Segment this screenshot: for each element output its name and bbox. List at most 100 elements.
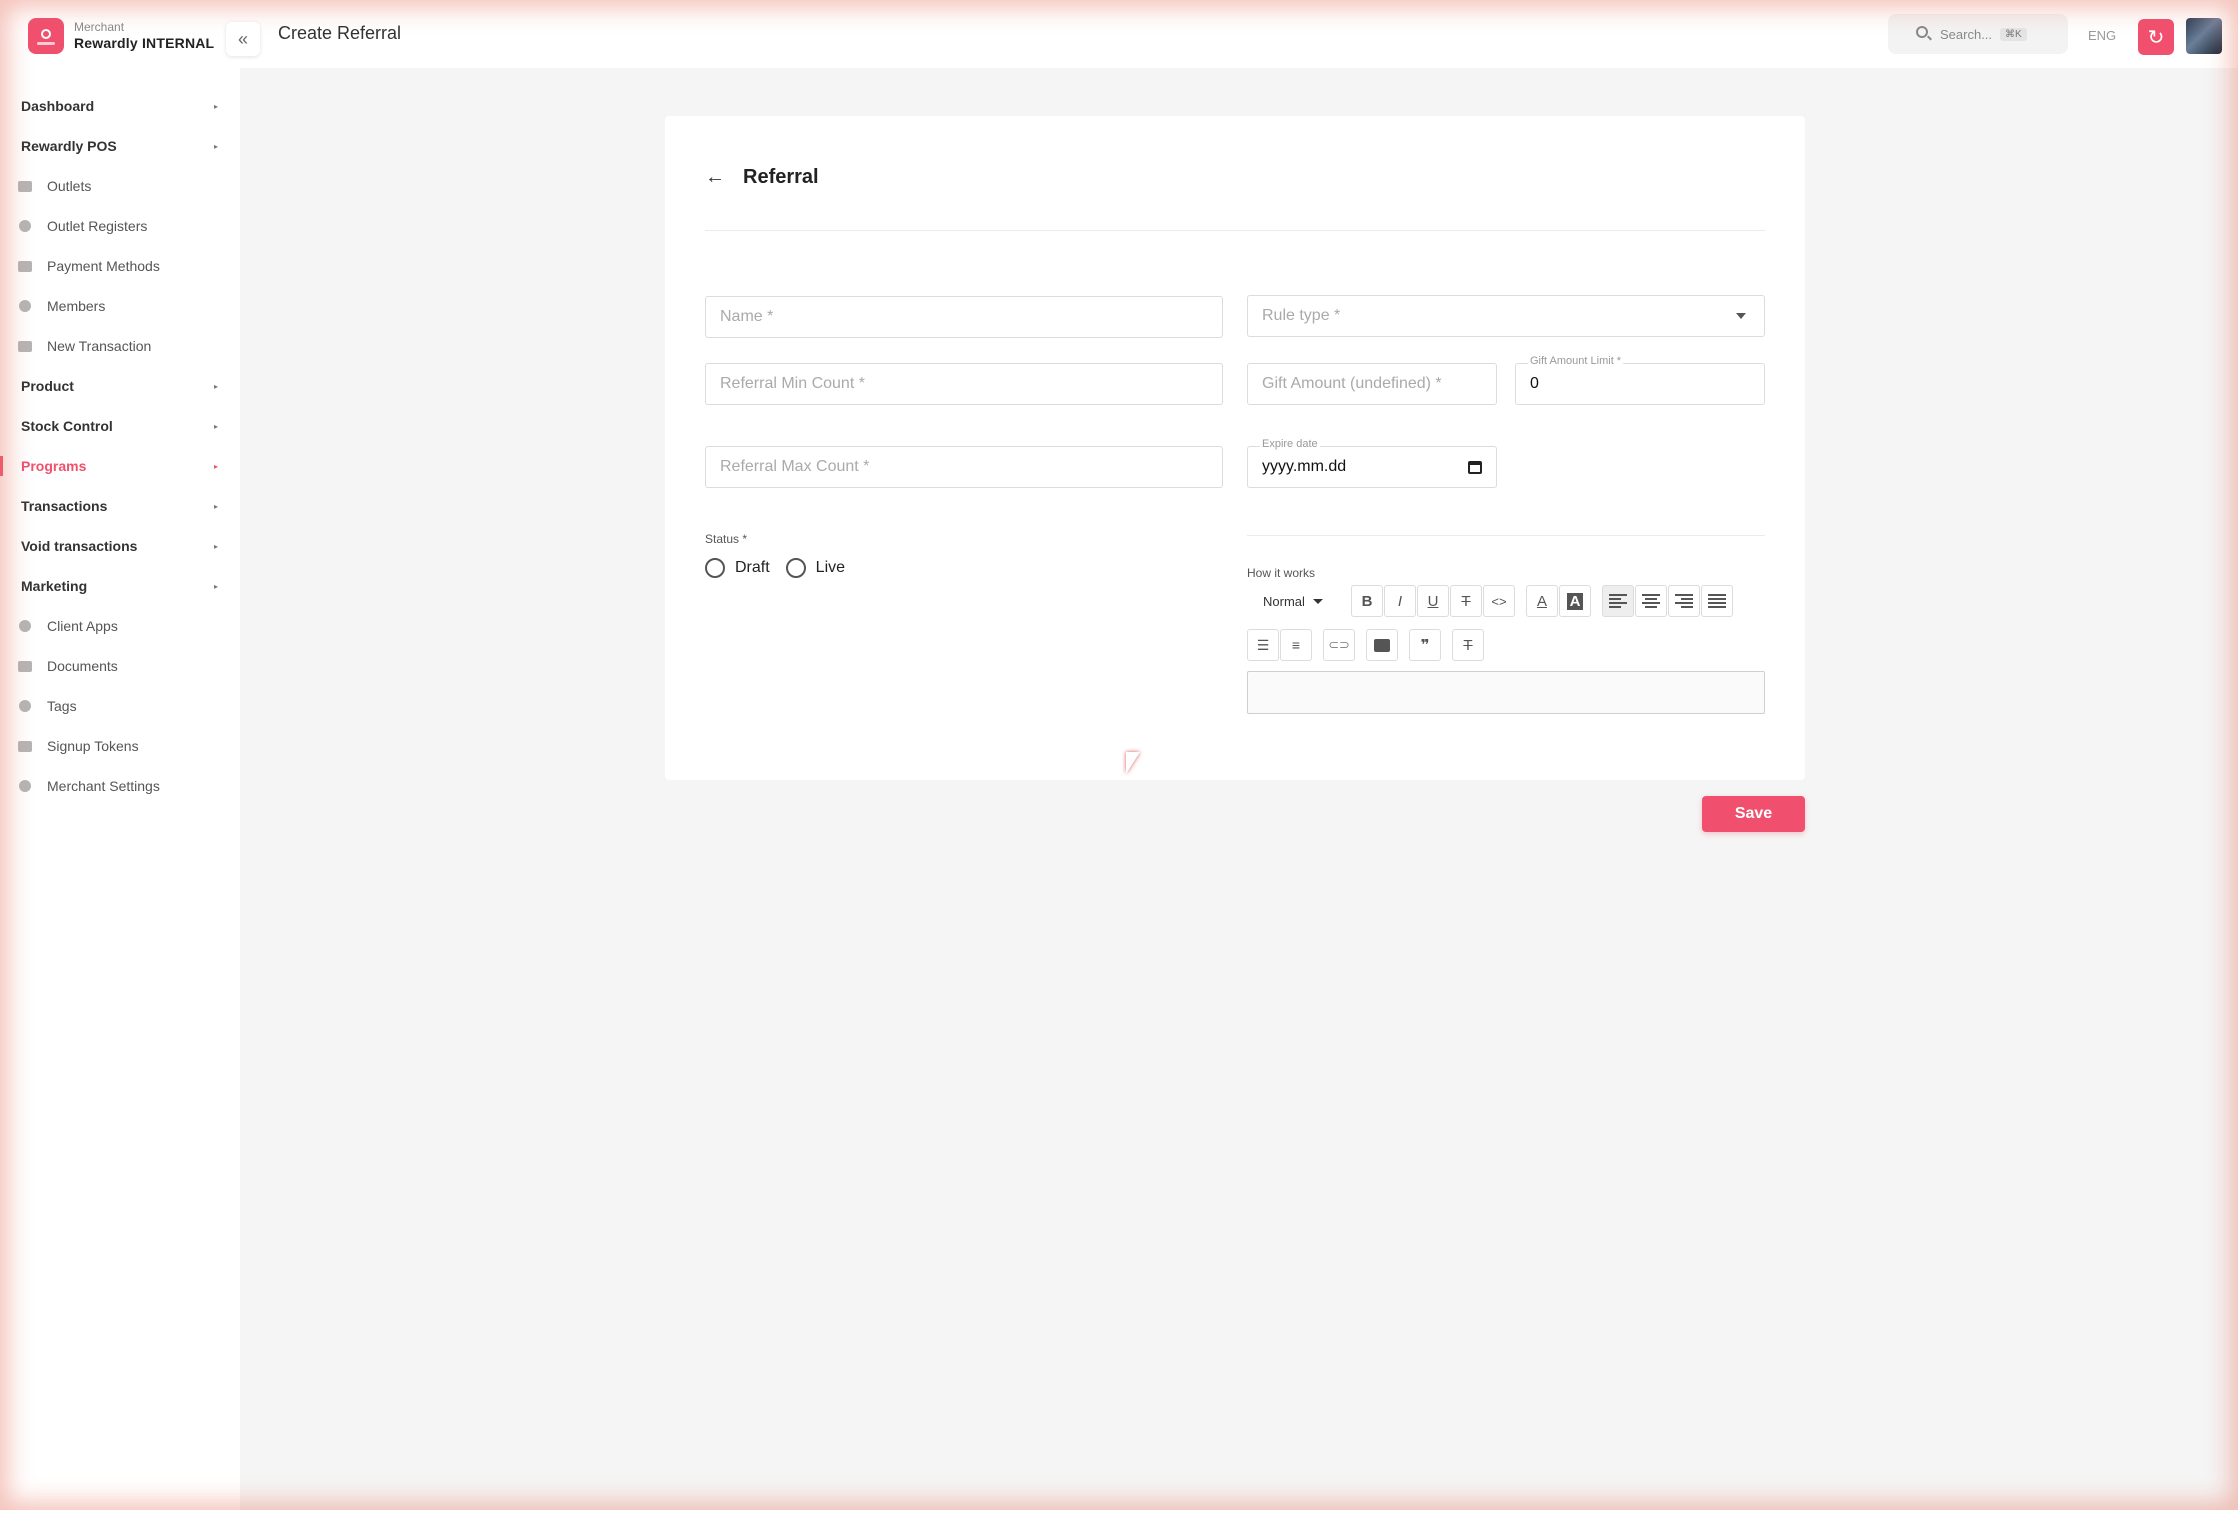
sidebar-item-members[interactable]: Members xyxy=(0,286,240,326)
token-icon xyxy=(18,740,32,752)
name-field[interactable]: Name * xyxy=(705,296,1223,338)
sidebar-item-product[interactable]: Product ▸ xyxy=(0,366,240,406)
expire-label: Expire date xyxy=(1260,438,1320,450)
editor-toolbar-row-2: ☰ ≡ ⊂⊃ ❞ T xyxy=(1247,629,1485,661)
sidebar-item-label: Programs xyxy=(21,458,87,474)
referral-max-count-field[interactable]: Referral Max Count * xyxy=(705,446,1223,488)
how-it-works-editor[interactable] xyxy=(1247,671,1765,714)
sidebar-item-label: Void transactions xyxy=(21,538,138,554)
how-it-works-label: How it works xyxy=(1247,566,1316,580)
collapse-sidebar-icon[interactable]: « xyxy=(226,22,260,56)
referral-form-card: ← Referral Name * Rule type * Referral M… xyxy=(665,116,1805,780)
sidebar-item-void-transactions[interactable]: Void transactions ▸ xyxy=(0,526,240,566)
sidebar-item-stock-control[interactable]: Stock Control ▸ xyxy=(0,406,240,446)
card-icon xyxy=(18,340,32,352)
strikethrough-icon[interactable]: T xyxy=(1450,585,1482,617)
expire-date-field[interactable]: Expire date yyyy.mm.dd xyxy=(1247,438,1497,488)
align-right-icon[interactable] xyxy=(1668,585,1700,617)
sidebar-item-tags[interactable]: Tags xyxy=(0,686,240,726)
gift-limit-value: 0 xyxy=(1530,375,1539,392)
document-icon xyxy=(18,660,32,672)
sidebar-item-label: Outlet Registers xyxy=(47,218,148,234)
topbar: Create Referral Search... ⌘K ENG ↻ xyxy=(240,0,2238,68)
sidebar-item-new-transaction[interactable]: New Transaction xyxy=(0,326,240,366)
sidebar-item-marketing[interactable]: Marketing ▸ xyxy=(0,566,240,606)
language-switch[interactable]: ENG xyxy=(2088,28,2116,43)
sidebar-item-dashboard[interactable]: Dashboard ▸ xyxy=(0,86,240,126)
sidebar-item-documents[interactable]: Documents xyxy=(0,646,240,686)
brand-subtitle: Merchant xyxy=(74,20,125,35)
sidebar-item-merchant-settings[interactable]: Merchant Settings xyxy=(0,766,240,806)
brand-name: Rewardly INTERNAL xyxy=(74,34,215,51)
sidebar-item-rewardly-pos[interactable]: Rewardly POS ▸ xyxy=(0,126,240,166)
sidebar-item-label: New Transaction xyxy=(47,338,152,354)
clear-format-icon[interactable]: T xyxy=(1452,629,1484,661)
caret-right-icon: ▸ xyxy=(213,381,218,391)
sidebar-item-signup-tokens[interactable]: Signup Tokens xyxy=(0,726,240,766)
image-icon[interactable] xyxy=(1366,629,1398,661)
settings-icon xyxy=(18,780,32,792)
brand[interactable]: Merchant Rewardly INTERNAL xyxy=(28,18,214,54)
back-arrow-icon[interactable]: ← xyxy=(705,166,725,189)
sidebar-item-label: Merchant Settings xyxy=(47,778,160,794)
link-icon[interactable]: ⊂⊃ xyxy=(1323,629,1355,661)
radio-circle[interactable] xyxy=(785,558,806,578)
rule-type-select[interactable]: Rule type * xyxy=(1247,295,1765,337)
sidebar-item-outlets[interactable]: Outlets xyxy=(0,166,240,206)
name-placeholder: Name * xyxy=(720,308,774,325)
avatar[interactable] xyxy=(2186,18,2222,54)
quote-icon[interactable]: ❞ xyxy=(1409,629,1441,661)
status-radio-group: Draft Live xyxy=(705,558,861,578)
sidebar-item-programs[interactable]: Programs ▸ xyxy=(0,446,240,486)
sidebar-item-outlet-registers[interactable]: Outlet Registers xyxy=(0,206,240,246)
sidebar-item-label: Outlets xyxy=(47,178,92,194)
sidebar-item-label: Dashboard xyxy=(21,98,95,114)
align-left-icon[interactable] xyxy=(1602,585,1634,617)
text-format-value: Normal xyxy=(1263,593,1305,609)
sidebar-item-payment-methods[interactable]: Payment Methods xyxy=(0,246,240,286)
gift-amount-limit-field[interactable]: Gift Amount Limit * 0 xyxy=(1515,355,1765,405)
status-draft-radio[interactable]: Draft xyxy=(705,558,770,578)
bullet-list-icon[interactable]: ☰ xyxy=(1247,629,1279,661)
underline-icon[interactable]: U xyxy=(1417,585,1449,617)
code-icon xyxy=(18,620,32,632)
status-live-radio[interactable]: Live xyxy=(785,558,846,578)
sidebar-item-client-apps[interactable]: Client Apps xyxy=(0,606,240,646)
gift-limit-label: Gift Amount Limit * xyxy=(1528,355,1624,367)
brand-logo xyxy=(28,18,64,54)
text-color-icon[interactable]: A xyxy=(1526,585,1558,617)
sidebar-nav: Dashboard ▸ Rewardly POS ▸ Outlets Outlet Reg… xyxy=(0,86,240,806)
tag-icon xyxy=(18,700,32,712)
search-placeholder: Search... xyxy=(1940,26,1993,42)
chevron-down-icon xyxy=(1312,598,1323,604)
align-center-icon[interactable] xyxy=(1635,585,1667,617)
numbered-list-icon[interactable]: ≡ xyxy=(1280,629,1312,661)
sidebar-item-label: Marketing xyxy=(21,578,88,594)
calendar-icon[interactable] xyxy=(1468,461,1482,474)
sidebar-item-label: Members xyxy=(47,298,106,314)
bold-icon[interactable]: B xyxy=(1351,585,1383,617)
referral-min-count-field[interactable]: Referral Min Count * xyxy=(705,363,1223,405)
sidebar-item-label: Documents xyxy=(47,658,118,674)
status-live-label: Live xyxy=(815,559,846,576)
refresh-icon[interactable]: ↻ xyxy=(2138,19,2174,55)
align-justify-icon[interactable] xyxy=(1701,585,1733,617)
sidebar-item-label: Tags xyxy=(47,698,77,714)
text-format-select[interactable]: Normal xyxy=(1247,585,1351,617)
save-button[interactable]: Save xyxy=(1702,796,1805,832)
gift-amount-field[interactable]: Gift Amount (undefined) * xyxy=(1247,363,1497,405)
referral-min-placeholder: Referral Min Count * xyxy=(720,375,865,392)
search-input[interactable]: Search... ⌘K xyxy=(1888,14,2068,54)
caret-right-icon: ▸ xyxy=(213,541,218,551)
sidebar-item-transactions[interactable]: Transactions ▸ xyxy=(0,486,240,526)
sidebar-item-label: Stock Control xyxy=(21,418,113,434)
italic-icon[interactable]: I xyxy=(1384,585,1416,617)
highlight-color-icon[interactable]: A xyxy=(1559,585,1591,617)
caret-right-icon: ▸ xyxy=(213,581,218,591)
search-shortcut: ⌘K xyxy=(2000,27,2027,41)
divider xyxy=(705,230,1765,231)
radio-circle[interactable] xyxy=(705,558,725,578)
code-icon[interactable]: <> xyxy=(1483,585,1515,617)
caret-right-icon: ▸ xyxy=(213,421,218,431)
editor-toolbar-row-1: Normal B I U T <> A A xyxy=(1247,585,1734,617)
